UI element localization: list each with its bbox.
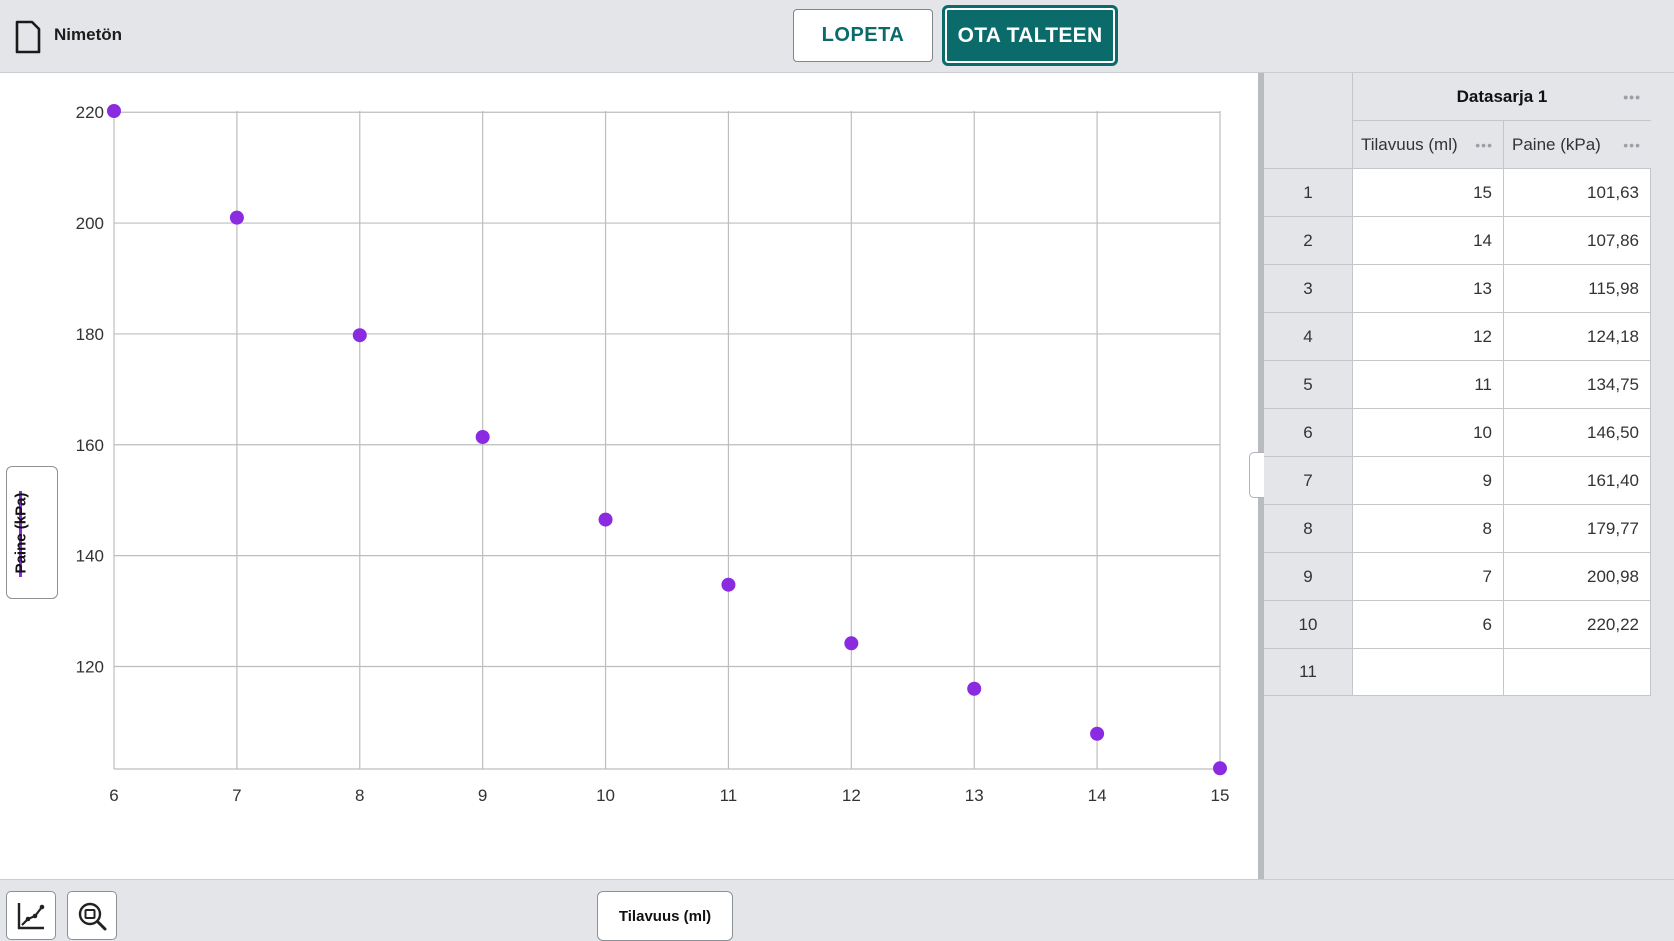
x-tick-label: 12 [842, 786, 861, 805]
pressure-cell[interactable]: 101,63 [1504, 168, 1651, 216]
row-number[interactable]: 9 [1264, 552, 1353, 600]
stop-button[interactable]: LOPETA [793, 9, 933, 62]
volume-cell[interactable]: 12 [1353, 312, 1504, 360]
column-menu-icon[interactable]: ••• [1475, 137, 1493, 153]
volume-cell[interactable] [1353, 648, 1504, 696]
column-menu-icon[interactable]: ••• [1623, 137, 1641, 153]
x-tick-label: 10 [596, 786, 615, 805]
y-tick-label: 220 [76, 103, 104, 122]
pressure-cell[interactable]: 107,86 [1504, 216, 1651, 264]
pressure-cell[interactable]: 146,50 [1504, 408, 1651, 456]
zoom-fit-icon [78, 902, 107, 930]
graph-options-button[interactable] [6, 891, 56, 940]
x-axis-selector-button[interactable]: Tilavuus (ml) [597, 891, 733, 941]
pressure-cell[interactable]: 220,22 [1504, 600, 1651, 648]
column-header-pressure[interactable]: Paine (kPa) ••• [1504, 121, 1651, 168]
volume-cell[interactable]: 7 [1353, 552, 1504, 600]
volume-cell[interactable]: 14 [1353, 216, 1504, 264]
row-number[interactable]: 8 [1264, 504, 1353, 552]
x-tick-label: 6 [109, 786, 118, 805]
table-corner [1264, 73, 1353, 168]
row-number[interactable]: 11 [1264, 648, 1353, 696]
data-point[interactable] [1090, 726, 1105, 741]
x-tick-label: 7 [232, 786, 241, 805]
column-header-label: Tilavuus (ml) [1361, 134, 1458, 154]
data-point[interactable] [967, 681, 982, 696]
data-point[interactable] [721, 577, 736, 592]
collect-button[interactable]: OTA TALTEEN [942, 5, 1118, 66]
volume-cell[interactable]: 13 [1353, 264, 1504, 312]
volume-cell[interactable]: 8 [1353, 504, 1504, 552]
y-axis-label: Paine (kPa) [12, 492, 30, 574]
y-tick-label: 160 [76, 436, 104, 455]
volume-cell[interactable]: 9 [1353, 456, 1504, 504]
y-tick-label: 120 [76, 657, 104, 676]
row-number[interactable]: 5 [1264, 360, 1353, 408]
pressure-cell[interactable]: 115,98 [1504, 264, 1651, 312]
volume-cell[interactable]: 15 [1353, 168, 1504, 216]
column-header-label: Paine (kPa) [1512, 134, 1601, 154]
data-point[interactable] [229, 210, 244, 225]
y-tick-label: 180 [76, 325, 104, 344]
y-tick-label: 140 [76, 547, 104, 566]
x-tick-label: 14 [1088, 786, 1107, 805]
x-tick-label: 15 [1211, 786, 1230, 805]
y-tick-label: 200 [76, 214, 104, 233]
graph-panel: 6 7 8 9 10 11 12 13 14 15 120 140 160 180 200 220 Paine… [0, 73, 1258, 941]
pressure-cell[interactable] [1504, 648, 1651, 696]
row-number[interactable]: 4 [1264, 312, 1353, 360]
file-icon[interactable] [15, 20, 41, 54]
scatter-chart[interactable]: 6 7 8 9 10 11 12 13 14 15 120 140 160 180 200 220 [0, 73, 1258, 879]
pressure-cell[interactable]: 124,18 [1504, 312, 1651, 360]
top-toolbar: Nimetön LOPETA OTA TALTEEN [0, 0, 1674, 73]
file-title[interactable]: Nimetön [54, 25, 122, 45]
row-number[interactable]: 1 [1264, 168, 1353, 216]
x-tick-label: 8 [355, 786, 364, 805]
data-point[interactable] [352, 328, 367, 343]
row-number[interactable]: 2 [1264, 216, 1353, 264]
data-point[interactable] [598, 512, 613, 527]
data-point[interactable] [844, 636, 859, 651]
pressure-cell[interactable]: 179,77 [1504, 504, 1651, 552]
series-title: Datasarja 1 [1456, 86, 1548, 106]
volume-cell[interactable]: 11 [1353, 360, 1504, 408]
x-tick-label: 9 [478, 786, 487, 805]
series-menu-icon[interactable]: ••• [1623, 89, 1641, 105]
row-number[interactable]: 3 [1264, 264, 1353, 312]
data-point[interactable] [475, 430, 490, 445]
y-axis-selector-button[interactable]: Paine (kPa) [6, 466, 58, 599]
volume-cell[interactable]: 10 [1353, 408, 1504, 456]
graph-options-icon [17, 902, 45, 929]
series-header[interactable]: Datasarja 1 ••• [1353, 73, 1651, 121]
row-number[interactable]: 7 [1264, 456, 1353, 504]
volume-cell[interactable]: 6 [1353, 600, 1504, 648]
x-tick-label: 13 [965, 786, 984, 805]
pressure-cell[interactable]: 134,75 [1504, 360, 1651, 408]
data-table-panel: Datasarja 1 ••• Tilavuus (ml) ••• Paine … [1264, 73, 1674, 879]
pressure-cell[interactable]: 161,40 [1504, 456, 1651, 504]
row-number[interactable]: 6 [1264, 408, 1353, 456]
column-header-volume[interactable]: Tilavuus (ml) ••• [1353, 121, 1504, 168]
zoom-fit-button[interactable] [67, 891, 117, 940]
pressure-cell[interactable]: 200,98 [1504, 552, 1651, 600]
x-tick-label: 11 [720, 786, 738, 805]
data-point[interactable] [1213, 761, 1227, 776]
data-point[interactable] [107, 104, 121, 118]
row-number[interactable]: 10 [1264, 600, 1353, 648]
